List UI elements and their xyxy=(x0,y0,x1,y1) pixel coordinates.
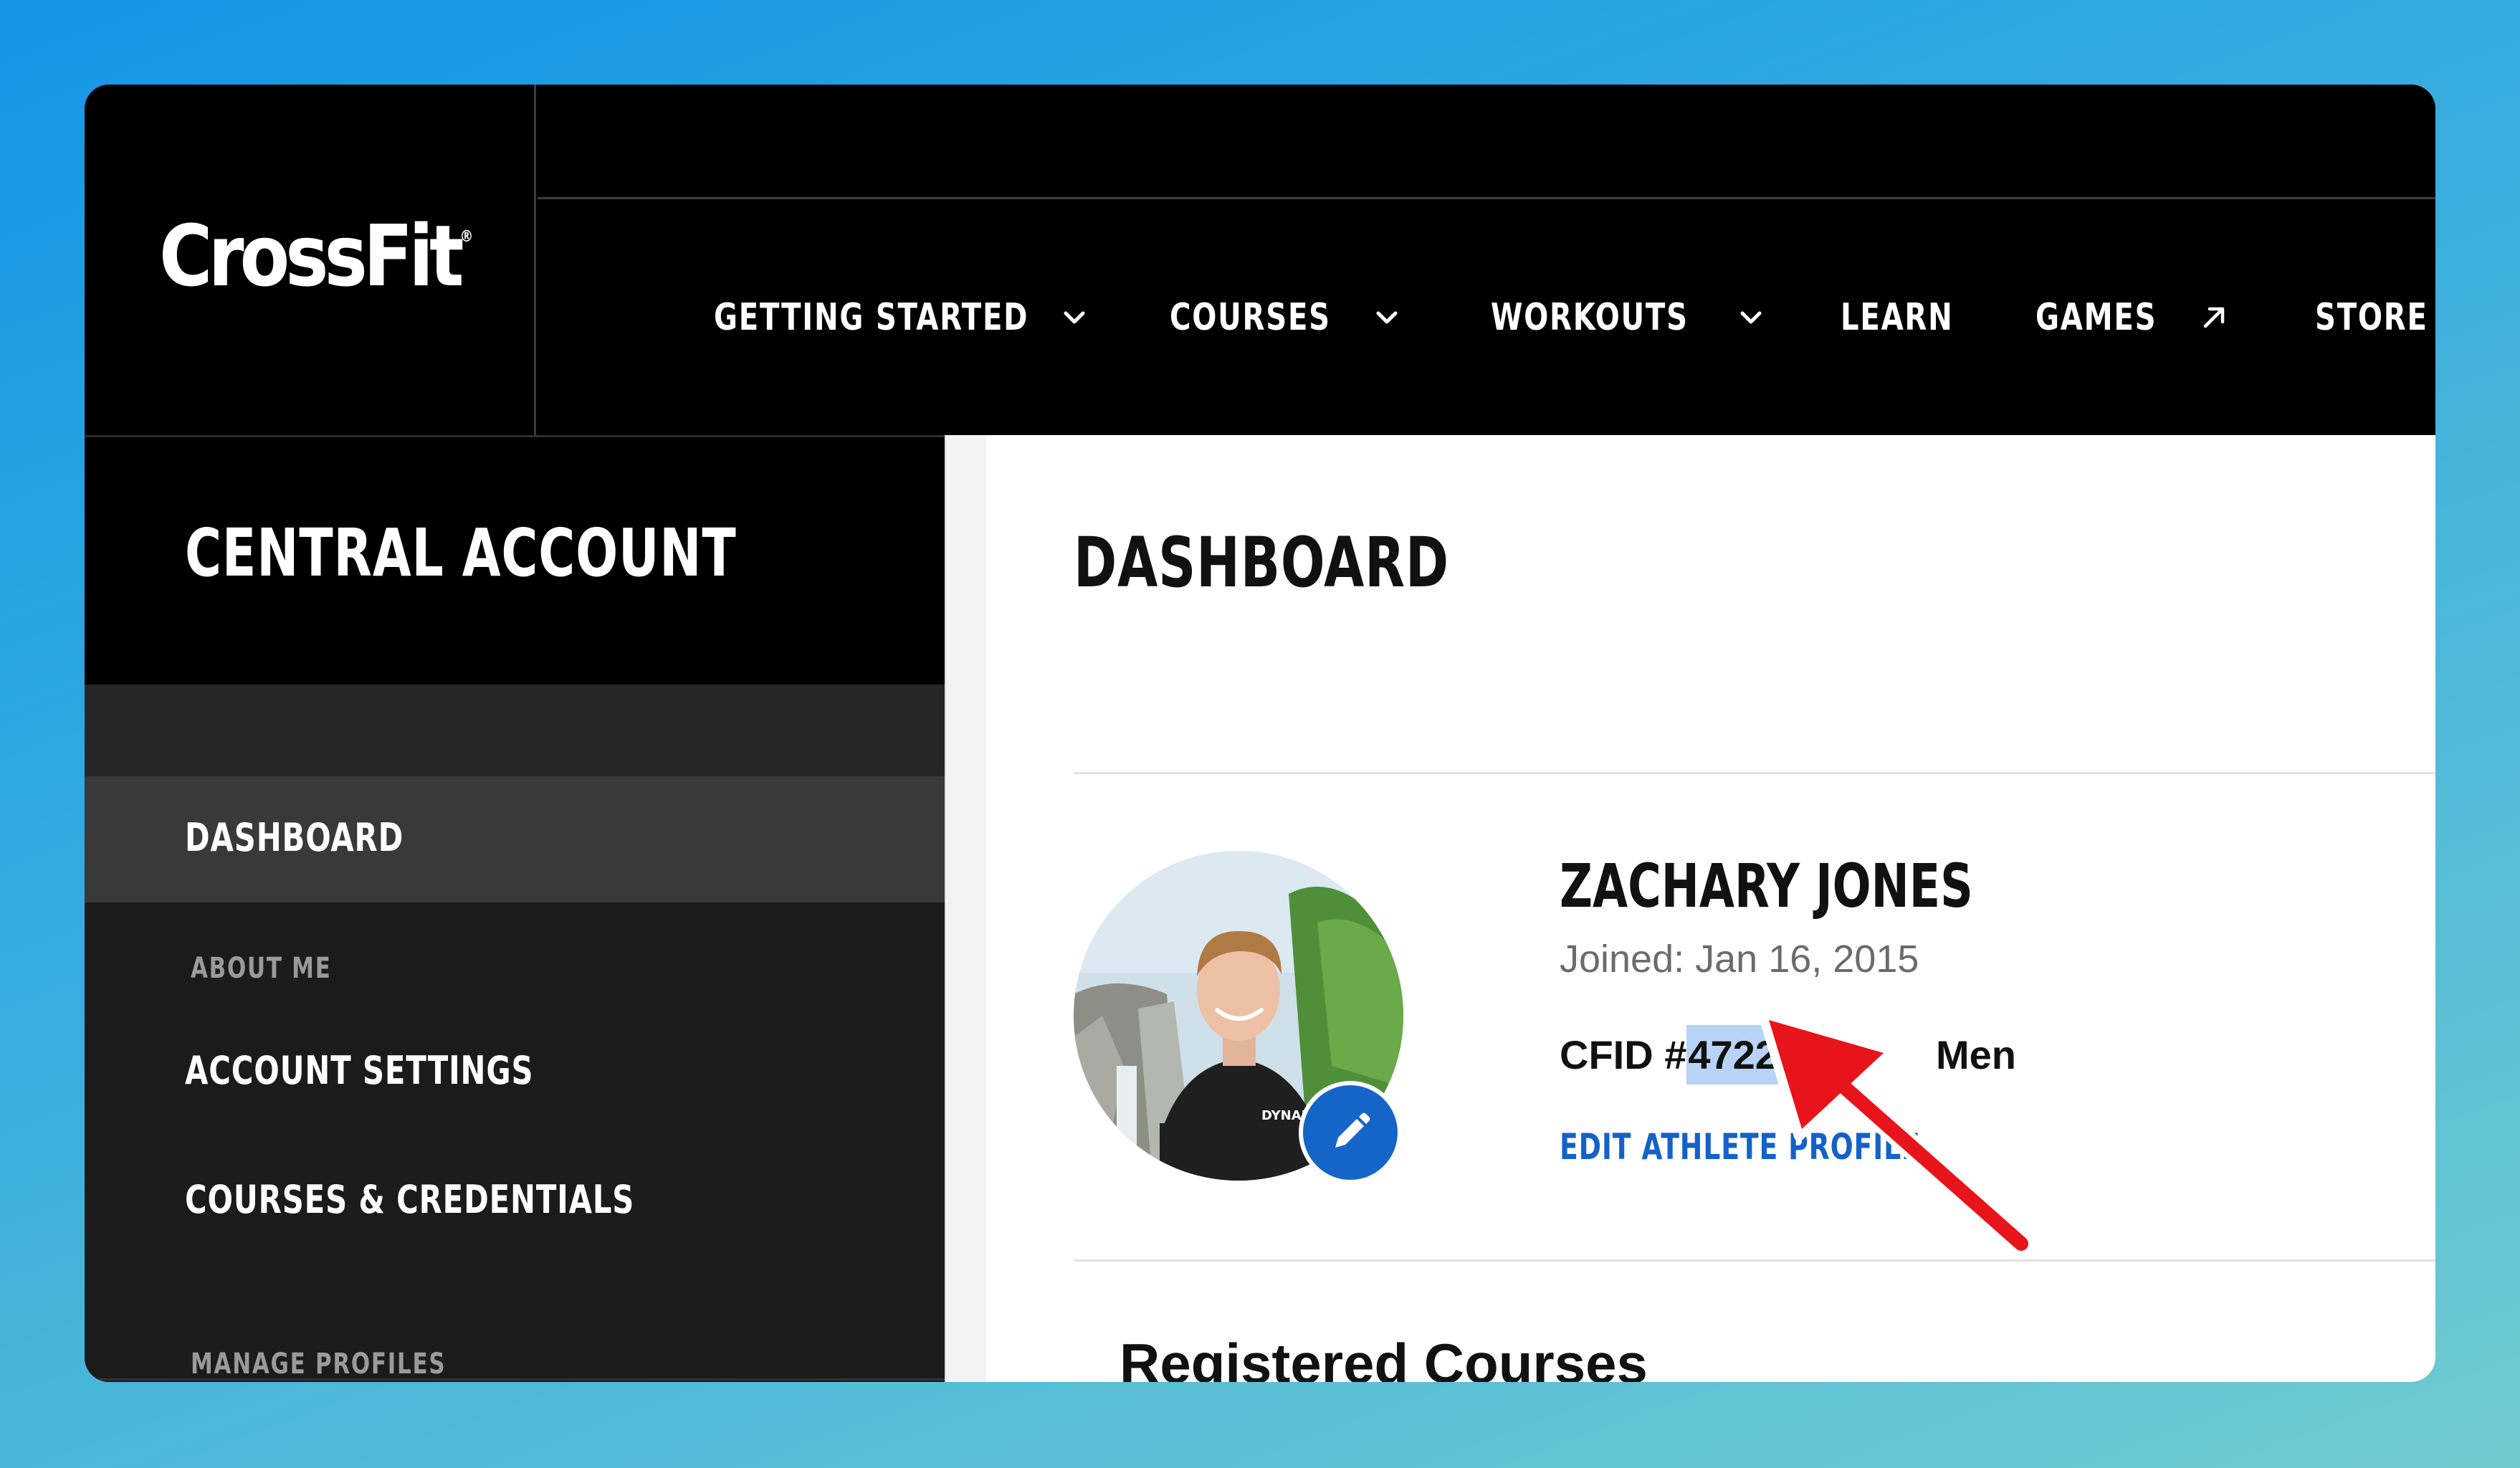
sidebar-header: CENTRAL ACCOUNT xyxy=(85,437,945,685)
nav-workouts-label: WORKOUTS xyxy=(1491,295,1689,339)
logo-trademark: ® xyxy=(459,228,474,246)
nav-courses[interactable]: COURSES xyxy=(1170,199,1403,435)
athlete-division: Men xyxy=(1936,1032,2016,1077)
sidebar-section-about-me: ABOUT ME xyxy=(191,952,332,985)
sidebar-title: CENTRAL ACCOUNT xyxy=(185,515,737,591)
edit-athlete-profile-link[interactable]: EDIT ATHLETE PROFILE xyxy=(1560,1126,1921,1168)
cfid-label: CFID # xyxy=(1560,1032,1687,1077)
registered-courses-title: Registered Courses xyxy=(1120,1332,1648,1382)
sidebar-item-dashboard-label: DASHBOARD xyxy=(185,815,404,860)
content-gutter xyxy=(945,435,986,1382)
chevron-down-icon xyxy=(1371,302,1403,333)
nav-store[interactable]: STORE xyxy=(2315,199,2435,435)
nav-store-label: STORE xyxy=(2315,295,2428,339)
profile-divider xyxy=(1074,1259,2435,1262)
nav-getting-started-label: GETTING STARTED xyxy=(714,295,1029,339)
sidebar-spacer xyxy=(85,685,945,776)
crossfit-logo[interactable]: CrossFit® xyxy=(159,214,473,298)
athlete-name: ZACHARY JONES xyxy=(1560,851,1973,921)
account-sidebar: CENTRAL ACCOUNT DASHBOARD ABOUT ME ACCOU… xyxy=(85,435,945,1382)
nav-workouts[interactable]: WORKOUTS xyxy=(1491,199,1767,435)
cfid-number[interactable]: 472243 xyxy=(1686,1025,1824,1085)
nav-games-label: GAMES xyxy=(2035,295,2157,339)
logo-text: CrossFit xyxy=(159,206,464,305)
chevron-down-icon xyxy=(1059,302,1090,333)
browser-window: CrossFit® GETTING STARTED COURSES WORKOU… xyxy=(85,85,2435,1382)
pencil-icon xyxy=(1335,1112,1370,1148)
external-link-icon xyxy=(2198,302,2230,333)
cfid: CFID #472243 xyxy=(1560,1025,1824,1085)
dashboard-content: DASHBOARD DYNAM ZACHARY JONES Joined: Ja… xyxy=(986,435,2435,1382)
chevron-down-icon xyxy=(1735,302,1767,333)
sidebar-item-courses-credentials[interactable]: COURSES & CREDENTIALS xyxy=(185,1177,634,1222)
header-top-strip xyxy=(538,85,2435,199)
nav-games[interactable]: GAMES xyxy=(2035,199,2230,435)
joined-date: Joined: Jan 16, 2015 xyxy=(1560,938,1919,981)
nav-getting-started[interactable]: GETTING STARTED xyxy=(714,199,1090,435)
title-divider xyxy=(1074,772,2435,774)
sidebar-section-manage-profiles: MANAGE PROFILES xyxy=(191,1348,447,1381)
site-header: CrossFit® GETTING STARTED COURSES WORKOU… xyxy=(85,85,2435,435)
sidebar-item-dashboard[interactable]: DASHBOARD xyxy=(85,776,945,902)
sidebar-item-account-settings[interactable]: ACCOUNT SETTINGS xyxy=(185,1048,533,1093)
main-nav: GETTING STARTED COURSES WORKOUTS LEARN G… xyxy=(538,199,2435,435)
nav-courses-label: COURSES xyxy=(1170,295,1331,339)
nav-learn-label: LEARN xyxy=(1841,295,1954,339)
page-title: DASHBOARD xyxy=(1074,523,1449,603)
nav-learn[interactable]: LEARN xyxy=(1841,199,1972,435)
edit-avatar-button[interactable] xyxy=(1299,1081,1402,1184)
logo-cell: CrossFit® xyxy=(85,85,536,435)
